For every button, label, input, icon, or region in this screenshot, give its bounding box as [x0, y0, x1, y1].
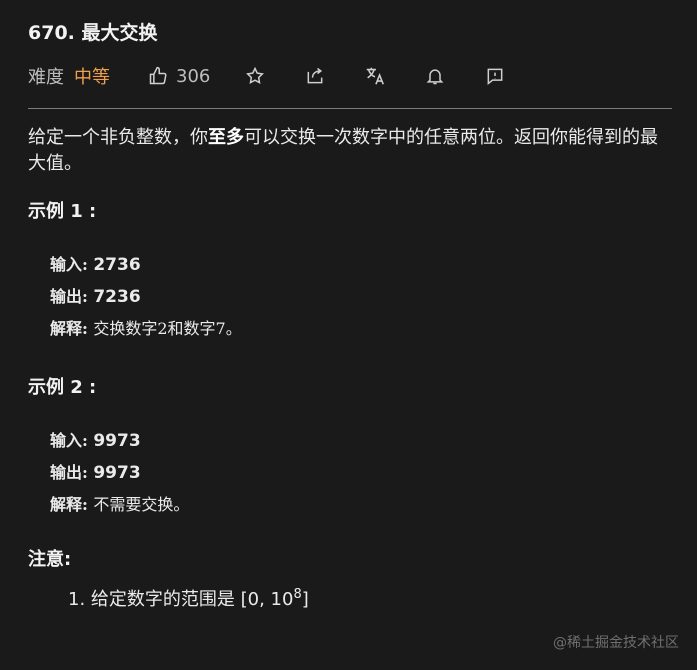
explanation-text: 交换数字2和数字7。 — [93, 319, 242, 338]
divider — [28, 108, 672, 109]
example-2-input: 输入: 9973 — [50, 425, 672, 457]
notes-title: 注意: — [28, 549, 72, 570]
example-2-block: 输入: 9973 输出: 9973 解释: 不需要交换。 — [50, 425, 672, 521]
problem-meta-bar: 难度 中等 306 — [28, 56, 672, 96]
thumbs-up-icon — [149, 66, 167, 85]
difficulty-badge: 中等 — [74, 67, 110, 88]
description-text: 给定一个非负整数，你 — [28, 127, 208, 148]
translate-button[interactable] — [364, 65, 386, 87]
output-value: 7236 — [93, 287, 141, 307]
feedback-button[interactable] — [484, 65, 506, 87]
example-1-title: 示例 1 : — [28, 201, 97, 222]
bell-icon — [426, 69, 444, 85]
example-1-input: 输入: 2736 — [50, 249, 672, 281]
share-button[interactable] — [304, 65, 326, 87]
output-label: 输出: — [50, 287, 88, 306]
translate-icon — [366, 67, 384, 85]
example-2-title: 示例 2 : — [28, 377, 97, 398]
subscribe-button[interactable] — [424, 65, 446, 87]
difficulty-label: 难度 — [28, 67, 64, 88]
example-1-explanation: 解释: 交换数字2和数字7。 — [50, 313, 672, 345]
output-label: 输出: — [50, 463, 88, 482]
like-button[interactable]: 306 — [148, 66, 244, 87]
problem-title: 670. 最大交换 — [28, 22, 158, 44]
like-count: 306 — [176, 65, 211, 87]
output-value: 9973 — [93, 463, 141, 483]
example-2-explanation: 解释: 不需要交换。 — [50, 489, 672, 521]
note-exponent: 8 — [293, 587, 302, 602]
explanation-label: 解释: — [50, 319, 88, 338]
problem-description: 给定一个非负整数，你至多可以交换一次数字中的任意两位。返回你能得到的最大值。 — [28, 125, 672, 177]
note-item: 1. 给定数字的范围是 [0, 108] — [68, 585, 672, 611]
problem-panel: 670. 最大交换 难度 中等 306 给定一个非负整数，你至多可以交换一次数字… — [28, 18, 672, 611]
input-value: 2736 — [93, 255, 141, 275]
explanation-text: 不需要交换。 — [93, 495, 190, 514]
description-emphasis: 至多 — [208, 127, 244, 148]
watermark: @稀土掘金技术社区 — [553, 635, 679, 651]
input-label: 输入: — [50, 431, 88, 450]
share-icon — [307, 67, 323, 84]
star-icon — [246, 66, 264, 84]
note-text: 给定数字的范围是 [0, 10 — [90, 589, 294, 610]
input-value: 9973 — [93, 431, 141, 451]
example-2-output: 输出: 9973 — [50, 457, 672, 489]
explanation-label: 解释: — [50, 495, 88, 514]
note-end: ] — [301, 589, 309, 610]
example-1-block: 输入: 2736 输出: 7236 解释: 交换数字2和数字7。 — [50, 249, 672, 345]
favorite-button[interactable] — [244, 65, 266, 87]
example-1-output: 输出: 7236 — [50, 281, 672, 313]
input-label: 输入: — [50, 255, 88, 274]
feedback-icon — [487, 68, 503, 86]
note-number: 1. — [68, 589, 86, 610]
